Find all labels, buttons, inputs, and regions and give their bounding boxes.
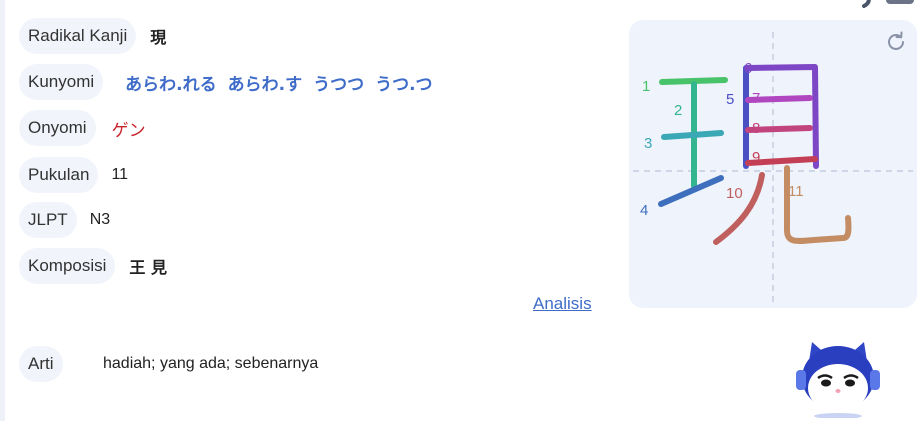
jlpt-value: N3 [89,211,111,228]
stroke-number: 9 [752,149,760,166]
stroke-number: 5 [726,91,734,108]
stroke-number: 3 [644,135,652,152]
reload-icon[interactable] [884,30,908,54]
jlpt-label: JLPT [19,202,77,238]
jlpt-row: JLPT N3 [19,202,110,238]
stroke-number: 7 [752,90,760,107]
stroke-number: 2 [674,102,682,119]
stroke-number: 4 [640,202,648,219]
stroke-order-svg: 1 2 3 4 5 6 7 8 9 10 11 [633,32,913,304]
composition-value[interactable]: 王 見 [129,254,167,278]
left-edge [0,0,5,421]
radical-value: 現 [150,28,167,47]
kunyomi-reading[interactable]: あらわ.す [228,70,302,95]
meaning-label: Arti [19,346,63,382]
composition-row: Komposisi 王 見 [19,248,167,284]
stroke-11 [784,165,852,244]
strokes-row: Pukulan 11 [19,157,128,193]
meaning-row: Arti [19,346,63,382]
composition-label: Komposisi [19,248,116,284]
kunyomi-label: Kunyomi [19,64,104,100]
stroke-number: 1 [642,78,650,95]
meaning-value: hadiah; yang ada; sebenarnya [103,355,319,372]
strokes-label: Pukulan [19,157,99,193]
kunyomi-reading[interactable]: うつ.つ [375,70,432,95]
stroke-number: 11 [788,183,804,200]
strokes-value: 11 [111,166,129,183]
mascot-avatar[interactable] [790,338,886,418]
stroke-order-diagram: 1 2 3 4 5 6 7 8 9 10 11 [629,20,917,308]
onyomi-row: Onyomi ゲン [19,110,146,146]
analysis-link[interactable]: Analisis [533,294,592,314]
stroke-3 [661,130,724,140]
stroke-number: 8 [752,120,760,137]
radical-row: Radikal Kanji 現 [19,18,166,54]
kunyomi-reading[interactable]: あらわ.れる [125,70,216,95]
onyomi-label: Onyomi [19,110,96,146]
onyomi-reading[interactable]: ゲン [112,116,146,141]
stroke-number: 10 [726,185,743,202]
stroke-number: 6 [744,60,752,77]
kunyomi-reading[interactable]: うつつ [313,70,364,95]
audio-icon[interactable] [858,0,918,8]
kunyomi-row: Kunyomi あらわ.れる あらわ.す うつつ うつ.つ [19,64,433,100]
kunyomi-list: あらわ.れる あらわ.す うつつ うつ.つ [125,70,432,95]
radical-label: Radikal Kanji [19,18,137,54]
